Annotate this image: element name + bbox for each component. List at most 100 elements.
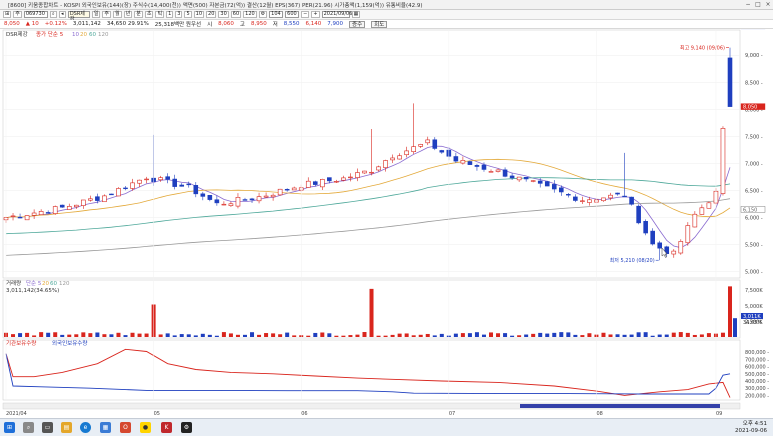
volume-bar <box>404 333 409 337</box>
volume-bar <box>250 332 255 337</box>
candle-body <box>383 160 388 168</box>
maximize-icon[interactable]: □ <box>753 0 763 9</box>
candle-body <box>158 177 163 181</box>
period-week-button[interactable]: 주 <box>102 11 112 18</box>
volume-tick-label: 7,500K <box>745 288 763 294</box>
interval-3-button[interactable]: 3 <box>175 11 183 18</box>
volume-bar <box>320 332 325 337</box>
interval-60-button[interactable]: 60 <box>230 11 242 18</box>
volume-bar <box>123 335 128 337</box>
volume-bar <box>397 333 402 337</box>
volume-bar <box>179 334 184 337</box>
period-year-button[interactable]: 년 <box>123 11 133 18</box>
volume-bar <box>685 332 690 337</box>
low-label: 저 <box>272 22 278 28</box>
chart-type-button[interactable]: ⊞ <box>3 11 12 18</box>
period-day-button[interactable]: 일 <box>91 11 101 18</box>
search-icon[interactable]: ⌕ <box>49 11 57 18</box>
search-icon[interactable]: ⌕ <box>23 422 34 433</box>
candle-body <box>38 211 44 216</box>
period-tick-button[interactable]: 틱 <box>155 11 165 18</box>
volume-bar <box>228 333 233 337</box>
volume-bar <box>193 335 198 337</box>
edge-icon[interactable]: e <box>80 422 91 433</box>
volume-bar <box>165 333 170 337</box>
rotate-button[interactable]: 회도 <box>371 20 388 28</box>
volume-bar <box>278 334 283 337</box>
candle-body <box>481 164 487 170</box>
scrollbar-thumb[interactable] <box>520 404 720 408</box>
volume-bar <box>650 335 655 337</box>
price-tick-label: 7,500 - <box>745 134 763 140</box>
minimize-icon[interactable]: − <box>743 0 753 9</box>
volume-bar <box>383 335 388 337</box>
margin-button[interactable]: 증수 <box>349 20 366 28</box>
date-input[interactable]: 2021/09/06 <box>321 11 352 18</box>
period-second-button[interactable]: 초 <box>144 11 154 18</box>
volume-bar <box>109 334 114 337</box>
kakao-icon[interactable]: ● <box>140 422 151 433</box>
windows-taskbar: ⊞ ⌕ ▭ ▤ e ▦ O ● K ⚙ 오후 4:51 2021-09-06 <box>0 418 773 436</box>
volume-bar <box>411 335 416 337</box>
volume-bar <box>376 335 381 337</box>
office-icon[interactable]: O <box>120 422 131 433</box>
volume-bar <box>88 333 93 337</box>
interval-1-button[interactable]: 1 <box>166 11 174 18</box>
close-icon[interactable]: × <box>763 0 773 9</box>
volume-bar <box>390 334 395 337</box>
period-month-button[interactable]: 월 <box>113 11 122 18</box>
volume-bar <box>439 333 444 337</box>
volume-bar <box>355 334 360 337</box>
interval-10-button[interactable]: 10 <box>193 11 205 18</box>
candle-body <box>109 193 114 196</box>
settings-icon[interactable]: ⚙ <box>258 11 268 18</box>
title-bar: [8600] 키움종합차트 - KOSPI 외국인보유(144)(장) 주식수(… <box>0 0 773 10</box>
store-icon[interactable]: ▦ <box>100 422 111 433</box>
count2-input[interactable]: 600 <box>285 11 300 18</box>
price-tick-label: 5,500 - <box>745 243 763 249</box>
prev-icon[interactable]: ◂ <box>58 11 66 18</box>
interval-30-button[interactable]: 30 <box>218 11 229 18</box>
zoom-out-icon[interactable]: − <box>301 11 310 18</box>
volume-bar <box>545 333 550 337</box>
period-minute-button[interactable]: 분 <box>134 11 143 18</box>
candle-body <box>130 182 135 189</box>
volume-bar <box>271 333 276 337</box>
hts-icon[interactable]: K <box>161 422 172 433</box>
candle-body <box>291 187 297 191</box>
candle-body <box>369 171 374 174</box>
interval-5-button[interactable]: 5 <box>184 11 192 18</box>
candle-body <box>59 204 65 208</box>
candle-body <box>172 178 177 187</box>
stock-type-button[interactable]: 주 <box>13 11 22 18</box>
candle-body <box>551 184 557 190</box>
volume-bar <box>552 332 557 337</box>
date-tick-label: 09 <box>716 411 722 417</box>
candle-body <box>123 187 128 190</box>
volume-panel-title: 거래량 <box>6 279 21 287</box>
candle-body <box>699 207 705 215</box>
current-price: 8,050 <box>4 21 20 27</box>
volume-bar <box>341 335 346 337</box>
volume-bar <box>172 335 177 337</box>
volume-bar <box>46 332 51 337</box>
windows-icon[interactable]: ⊞ <box>4 422 15 433</box>
zoom-in-icon[interactable]: + <box>311 11 320 18</box>
count-input[interactable]: 104 <box>269 11 284 18</box>
candle-body <box>320 179 325 188</box>
interval-20-button[interactable]: 20 <box>206 11 217 18</box>
explorer-icon[interactable]: ▤ <box>61 422 72 433</box>
calendar-icon[interactable]: ▦ <box>351 11 361 18</box>
volume-bar <box>334 335 339 337</box>
stock-name-field: DSR제강 <box>67 11 90 22</box>
stock-code-input[interactable]: 069730 <box>23 11 48 18</box>
price-tick-label: 8,500 - <box>745 80 763 86</box>
candle-body <box>81 199 86 206</box>
volume-stats: 3,011,142(34.65%) <box>6 288 59 294</box>
taskview-icon[interactable]: ▭ <box>42 422 53 433</box>
candle-body <box>376 166 381 171</box>
settings-icon[interactable]: ⚙ <box>181 422 192 433</box>
interval-120-button[interactable]: 120 <box>243 11 257 18</box>
candle-body <box>453 156 459 162</box>
chart-area[interactable]: DSR제강 종가 단순 5 10 20 60 120 거래량 단순 5 20 6… <box>0 29 773 418</box>
